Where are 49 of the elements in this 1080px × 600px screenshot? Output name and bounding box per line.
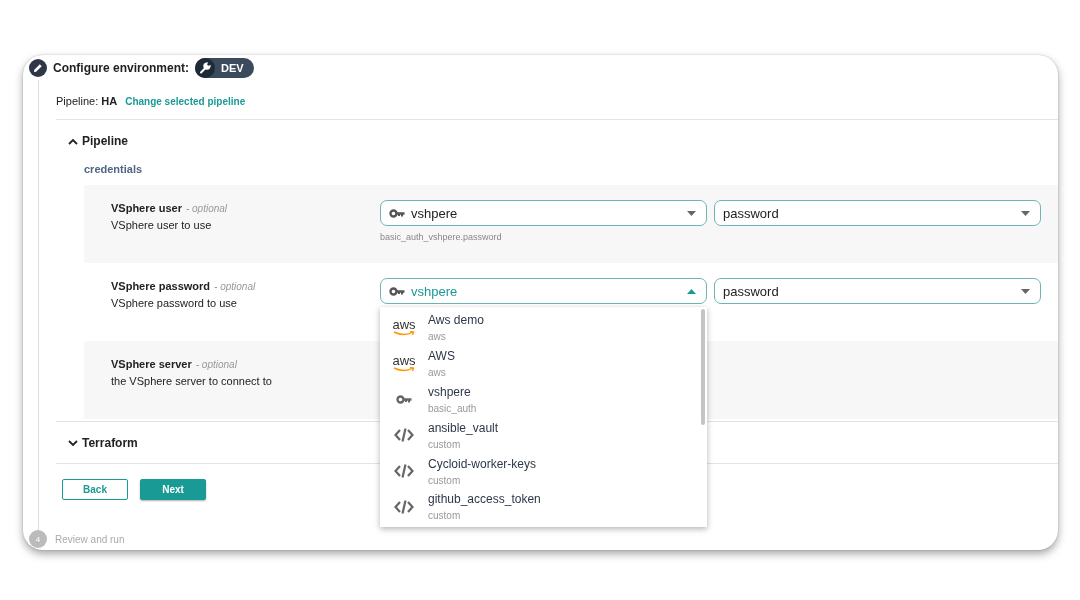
step-title: Configure environment: [53, 61, 189, 75]
option-name[interactable]: AWS [428, 349, 455, 364]
option-name[interactable]: Cycloid-worker-keys [428, 456, 537, 471]
field-label: VSphere password - optional [111, 280, 257, 292]
section-toggle[interactable]: Pipeline [56, 120, 128, 161]
step-label: Review and run [55, 533, 125, 545]
option-name[interactable]: vshpere [428, 385, 477, 399]
step-number: 4 [29, 530, 47, 548]
credential-select[interactable]: vshpere [380, 278, 707, 304]
field-label: VSphere server - optional [111, 358, 238, 370]
option-type: basic_auth [428, 403, 477, 414]
option-type: custom [428, 474, 462, 486]
credential-select[interactable]: vshpere [380, 200, 707, 226]
caret-icon [687, 210, 696, 216]
option-name[interactable]: Aws demo [428, 313, 484, 328]
code-icon [394, 427, 414, 444]
wrench-icon [195, 58, 215, 78]
caret-icon [687, 288, 696, 294]
section-toggle[interactable]: Terraform [56, 422, 138, 463]
option-type: aws [428, 367, 447, 379]
caret-icon [1021, 210, 1030, 216]
key-icon [389, 286, 405, 296]
key-icon [396, 395, 412, 404]
code-icon [394, 463, 414, 480]
option-type: custom [428, 438, 462, 450]
code-icon [394, 498, 414, 515]
field-hint: basic_auth_vshpere.password [380, 232, 503, 242]
aws-logo: aws [392, 355, 416, 373]
scrollbar-thumb[interactable] [701, 309, 705, 425]
pencil-icon [29, 59, 47, 77]
field-description: VSphere user to use [111, 219, 213, 231]
key-icon [389, 208, 405, 218]
field-label: VSphere user - optional [111, 202, 229, 214]
aws-logo: aws [392, 319, 416, 337]
key-select[interactable]: password [714, 278, 1041, 304]
caret-icon [1021, 288, 1030, 294]
option-type: custom [428, 510, 462, 522]
group-label: credentials [83, 162, 144, 177]
field-description: the VSphere server to connect to [111, 375, 273, 387]
field-description: VSphere password to use [111, 297, 238, 309]
change-pipeline-link[interactable]: Change selected pipeline [125, 96, 246, 107]
option-name[interactable]: github_access_token [428, 492, 541, 507]
option-type: aws [428, 331, 447, 343]
option-name[interactable]: ansible_vault [428, 420, 499, 435]
chevron-icon [68, 439, 78, 447]
pipeline-label: Pipeline: HA [56, 95, 118, 107]
key-select[interactable]: password [714, 200, 1041, 226]
environment-badge: DEV [195, 58, 254, 78]
chevron-icon [68, 137, 78, 145]
